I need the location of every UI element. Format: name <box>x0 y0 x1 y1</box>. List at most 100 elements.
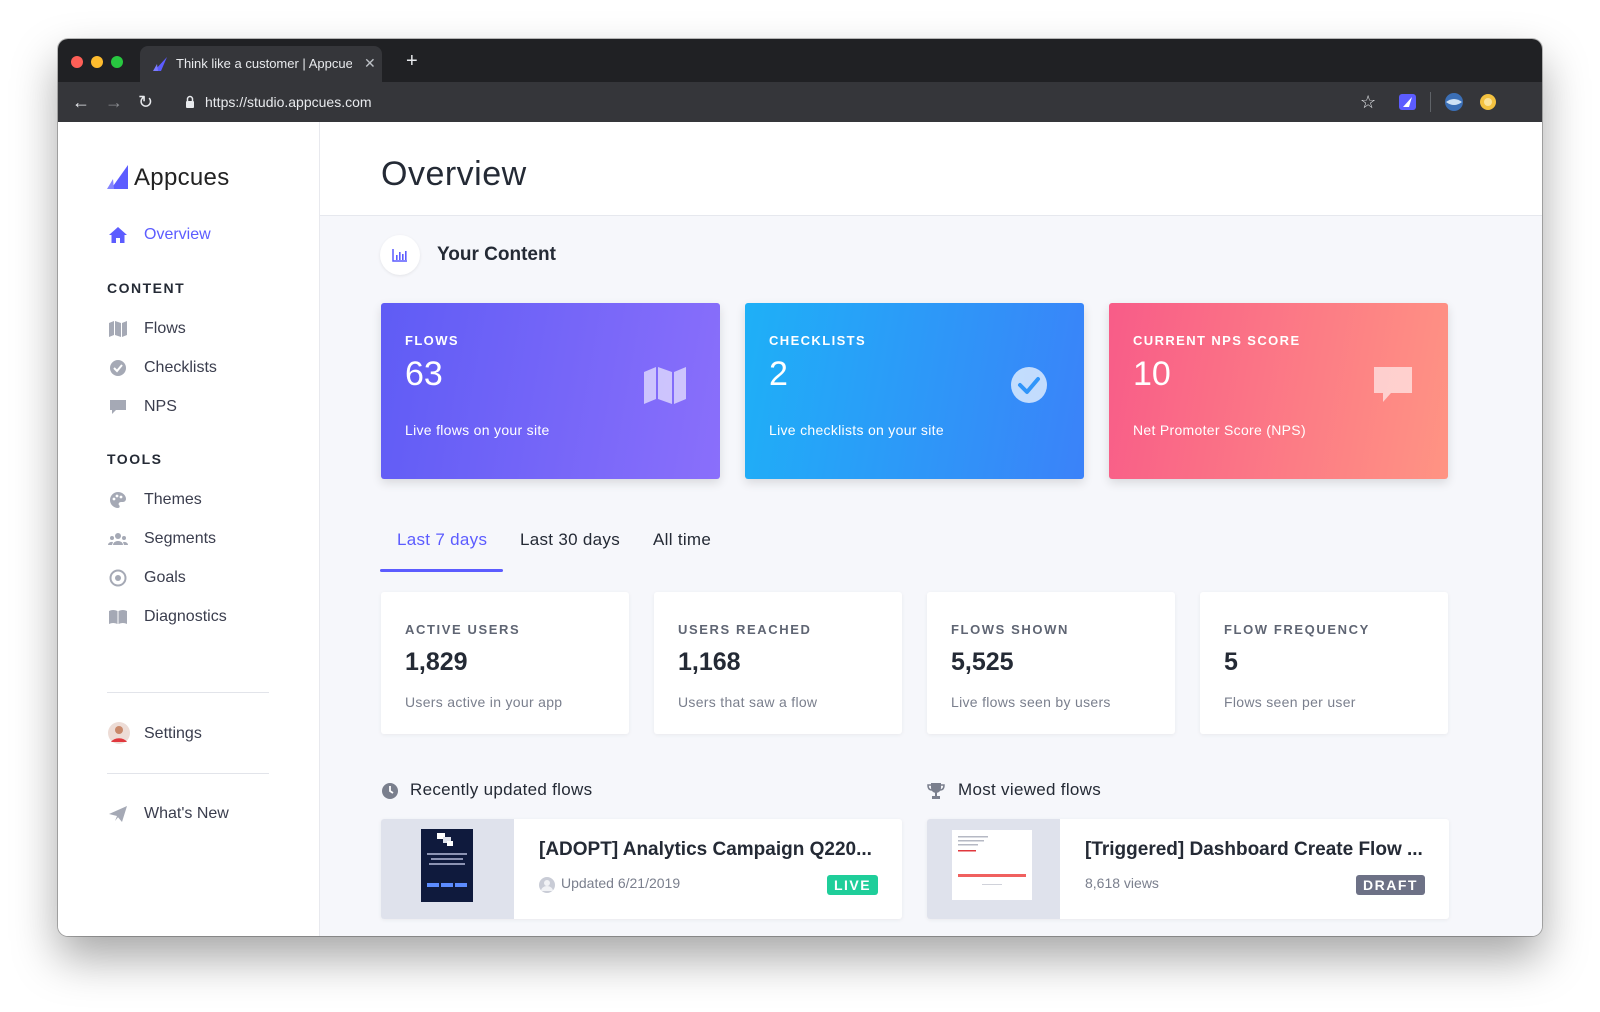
card-description: Live flows on your site <box>405 422 550 438</box>
tab-close-icon[interactable]: ✕ <box>364 55 376 71</box>
tab-all-time[interactable]: All time <box>653 530 711 550</box>
paper-plane-icon <box>109 806 127 822</box>
status-badge: DRAFT <box>1356 875 1425 895</box>
flows-card[interactable]: FLOWS 63 Live flows on your site <box>381 303 720 479</box>
stat-card-active-users: ACTIVE USERS 1,829 Users active in your … <box>381 592 629 734</box>
stat-label: FLOWS SHOWN <box>951 622 1069 637</box>
appcues-extension-icon[interactable] <box>1398 92 1418 112</box>
status-badge: LIVE <box>827 875 878 895</box>
avatar <box>539 877 555 893</box>
card-description: Live checklists on your site <box>769 422 944 438</box>
browser-tab[interactable]: Think like a customer | Appcues ✕ <box>140 46 382 82</box>
most-viewed-flow-card[interactable]: [Triggered] Dashboard Create Flow ... 8,… <box>927 819 1449 919</box>
extension-coin-icon[interactable] <box>1478 92 1498 112</box>
stat-card-flows-shown: FLOWS SHOWN 5,525 Live flows seen by use… <box>927 592 1175 734</box>
stat-description: Users that saw a flow <box>678 694 818 710</box>
forward-arrow-icon[interactable]: → <box>105 92 123 112</box>
close-window-button[interactable] <box>71 56 83 68</box>
sidebar-item-label: Goals <box>144 569 186 586</box>
stat-description: Flows seen per user <box>1224 694 1356 710</box>
card-label: CURRENT NPS SCORE <box>1133 333 1301 348</box>
sidebar-item-themes[interactable]: Themes <box>108 488 288 512</box>
check-circle-icon <box>1011 367 1047 403</box>
sidebar-item-settings[interactable]: Settings <box>108 720 288 748</box>
address-bar[interactable]: https://studio.appcues.com <box>205 93 372 111</box>
page-header: Overview <box>320 122 1542 216</box>
card-value: 63 <box>405 355 443 393</box>
sidebar-divider <box>107 692 269 693</box>
period-tabs: Last 7 days Last 30 days All time <box>380 527 1449 572</box>
stat-description: Users active in your app <box>405 694 563 710</box>
browser-window: Think like a customer | Appcues ✕ + ← → … <box>58 39 1542 936</box>
sidebar-item-flows[interactable]: Flows <box>108 317 288 341</box>
trophy-icon <box>927 783 945 799</box>
card-label: FLOWS <box>405 333 459 348</box>
sidebar: Appcues Overview CONTENT Flows Checklist… <box>58 122 320 936</box>
bar-chart-icon <box>380 235 420 275</box>
sidebar-divider <box>107 773 269 774</box>
book-icon <box>109 610 127 624</box>
toolbar-divider <box>1430 92 1431 112</box>
reload-icon[interactable]: ↻ <box>138 92 153 112</box>
tools-section-heading: TOOLS <box>107 451 163 467</box>
palette-icon <box>110 492 126 508</box>
sidebar-item-label: Overview <box>144 226 211 243</box>
tab-last-7-days[interactable]: Last 7 days <box>397 530 487 550</box>
tab-last-30-days[interactable]: Last 30 days <box>520 530 620 550</box>
check-circle-icon <box>110 360 126 376</box>
sidebar-item-label: Checklists <box>144 359 217 376</box>
flow-thumbnail <box>381 819 514 919</box>
new-tab-button[interactable]: + <box>406 51 418 71</box>
chat-icon <box>110 400 126 414</box>
nps-card[interactable]: CURRENT NPS SCORE 10 Net Promoter Score … <box>1109 303 1448 479</box>
sidebar-item-diagnostics[interactable]: Diagnostics <box>108 605 288 629</box>
stat-value: 5,525 <box>951 648 1014 676</box>
lock-icon <box>186 95 194 108</box>
stat-label: FLOW FREQUENCY <box>1224 622 1370 637</box>
stat-card-flow-frequency: FLOW FREQUENCY 5 Flows seen per user <box>1200 592 1448 734</box>
map-icon <box>644 367 686 404</box>
tab-title: Think like a customer | Appcues <box>176 56 352 71</box>
back-arrow-icon[interactable]: ← <box>72 92 90 112</box>
maximize-window-button[interactable] <box>111 56 123 68</box>
stat-description: Live flows seen by users <box>951 694 1111 710</box>
sidebar-item-label: Segments <box>144 530 217 547</box>
stat-value: 1,829 <box>405 648 468 676</box>
card-value: 2 <box>769 355 788 393</box>
flow-name: [Triggered] Dashboard Create Flow ... <box>1085 839 1423 860</box>
sidebar-item-label: Flows <box>144 320 186 337</box>
users-icon <box>108 533 128 545</box>
appcues-logo-icon <box>107 165 128 189</box>
sidebar-item-label: Diagnostics <box>144 608 227 625</box>
flow-view-count: 8,618 views <box>1085 875 1159 891</box>
browser-tab-bar: Think like a customer | Appcues ✕ + <box>58 39 1542 82</box>
sidebar-item-nps[interactable]: NPS <box>108 395 288 419</box>
content-section-heading: CONTENT <box>107 280 186 296</box>
page-title: Overview <box>381 155 527 193</box>
checklists-card[interactable]: CHECKLISTS 2 Live checklists on your sit… <box>745 303 1084 479</box>
home-icon <box>109 227 127 243</box>
profile-globe-icon[interactable] <box>1444 92 1464 112</box>
stat-value: 1,168 <box>678 648 741 676</box>
stat-value: 5 <box>1224 648 1238 676</box>
clock-icon <box>382 783 398 799</box>
recent-flow-card[interactable]: [ADOPT] Analytics Campaign Q220... Updat… <box>381 819 902 919</box>
stat-label: USERS REACHED <box>678 622 812 637</box>
flow-updated-date: Updated 6/21/2019 <box>561 875 681 891</box>
active-tab-indicator <box>380 569 503 572</box>
appcues-logo-icon <box>153 57 167 71</box>
sidebar-item-overview[interactable]: Overview <box>108 223 288 247</box>
minimize-window-button[interactable] <box>91 56 103 68</box>
bookmark-star-icon[interactable]: ☆ <box>1360 92 1376 112</box>
sidebar-item-checklists[interactable]: Checklists <box>108 356 288 380</box>
sidebar-item-goals[interactable]: Goals <box>108 566 288 590</box>
card-description: Net Promoter Score (NPS) <box>1133 422 1306 438</box>
sidebar-item-whats-new[interactable]: What's New <box>108 802 288 826</box>
recently-updated-heading: Recently updated flows <box>410 780 593 799</box>
map-icon <box>109 321 127 337</box>
card-value: 10 <box>1133 355 1171 393</box>
sidebar-item-label: NPS <box>144 398 177 415</box>
your-content-heading: Your Content <box>437 244 556 265</box>
sidebar-item-segments[interactable]: Segments <box>108 527 288 551</box>
main-content: Overview Your Content FLOWS 63 Live flow… <box>320 122 1542 936</box>
